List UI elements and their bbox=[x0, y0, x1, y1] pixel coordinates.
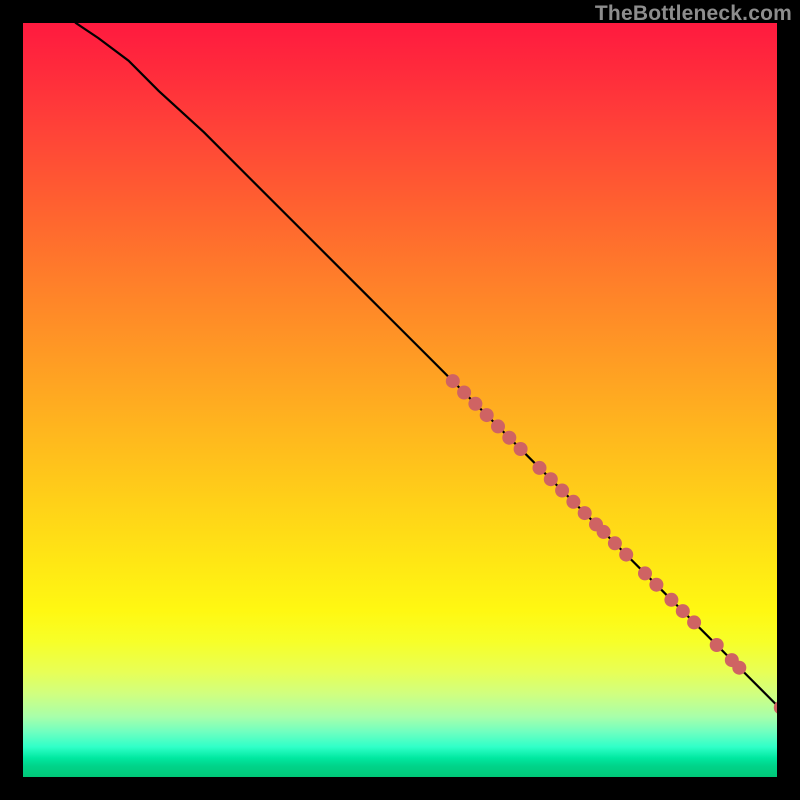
data-point bbox=[480, 408, 494, 422]
chart-frame: TheBottleneck.com bbox=[0, 0, 800, 800]
data-point bbox=[619, 548, 633, 562]
data-point bbox=[578, 506, 592, 520]
data-point bbox=[732, 661, 746, 675]
data-point bbox=[608, 536, 622, 550]
plot-area bbox=[23, 23, 777, 777]
data-point bbox=[664, 593, 678, 607]
data-point bbox=[566, 495, 580, 509]
data-point bbox=[676, 604, 690, 618]
data-point bbox=[457, 386, 471, 400]
data-point bbox=[502, 431, 516, 445]
chart-svg bbox=[23, 23, 777, 777]
data-point bbox=[446, 374, 460, 388]
data-point bbox=[544, 472, 558, 486]
data-point bbox=[687, 615, 701, 629]
data-point bbox=[638, 566, 652, 580]
data-point bbox=[514, 442, 528, 456]
data-point bbox=[491, 419, 505, 433]
data-point bbox=[649, 578, 663, 592]
data-point bbox=[597, 525, 611, 539]
data-point bbox=[468, 397, 482, 411]
watermark-text: TheBottleneck.com bbox=[595, 2, 792, 26]
dots-layer bbox=[446, 374, 777, 714]
data-point bbox=[555, 484, 569, 498]
data-point bbox=[710, 638, 724, 652]
data-point bbox=[533, 461, 547, 475]
